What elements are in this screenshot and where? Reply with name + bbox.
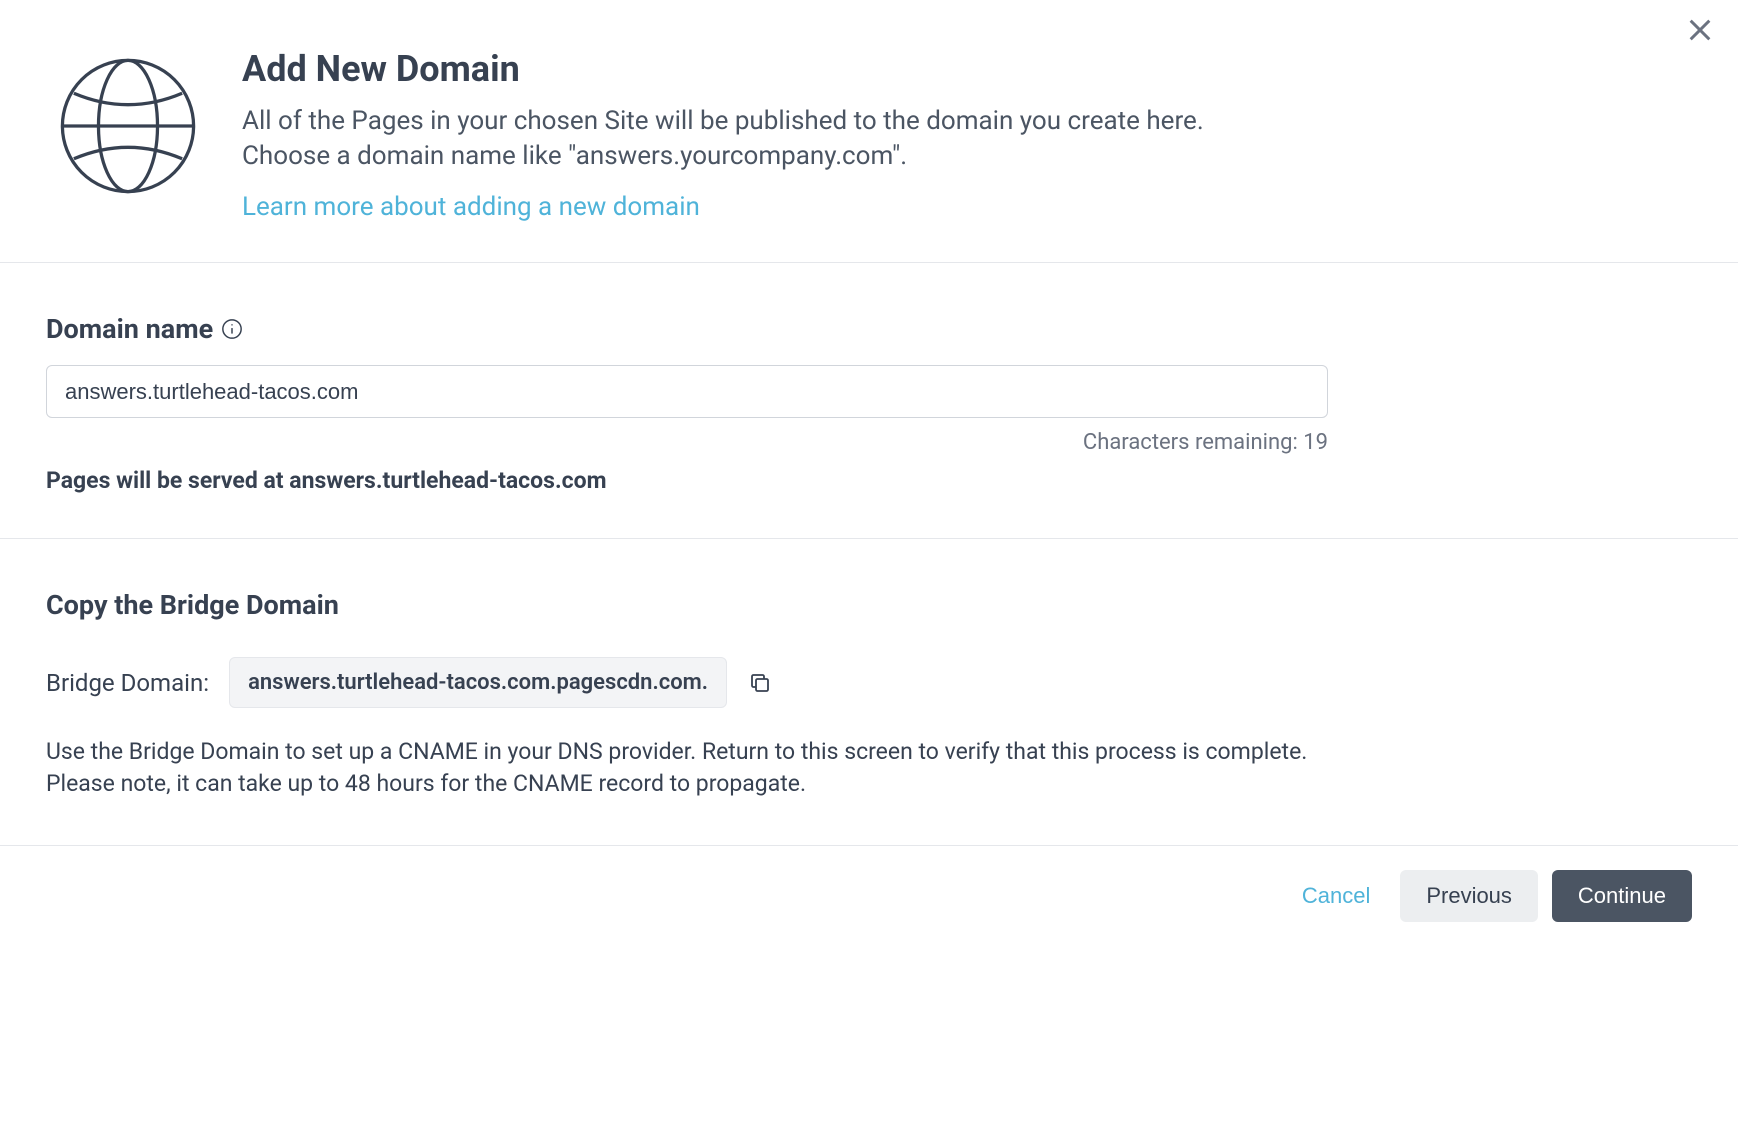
globe-icon <box>46 44 210 208</box>
modal-description: All of the Pages in your chosen Site wil… <box>242 104 1252 174</box>
previous-button[interactable]: Previous <box>1400 870 1538 922</box>
bridge-domain-value: answers.turtlehead-tacos.com.pagescdn.co… <box>229 657 727 708</box>
info-icon[interactable] <box>221 318 243 340</box>
domain-label-row: Domain name <box>46 313 1692 345</box>
bridge-help-text: Use the Bridge Domain to set up a CNAME … <box>46 736 1346 800</box>
bridge-section-title: Copy the Bridge Domain <box>46 589 1692 621</box>
bridge-domain-row: Bridge Domain: answers.turtlehead-tacos.… <box>46 657 1692 708</box>
copy-button[interactable] <box>747 670 773 696</box>
characters-remaining: Characters remaining: 19 <box>46 430 1328 455</box>
add-domain-modal: Add New Domain All of the Pages in your … <box>0 0 1738 1136</box>
learn-more-link[interactable]: Learn more about adding a new domain <box>242 192 700 222</box>
pages-served-text: Pages will be served at answers.turtlehe… <box>46 467 1692 494</box>
modal-header: Add New Domain All of the Pages in your … <box>0 0 1738 263</box>
modal-title: Add New Domain <box>242 48 1692 90</box>
bridge-domain-section: Copy the Bridge Domain Bridge Domain: an… <box>0 539 1738 845</box>
domain-name-input[interactable] <box>46 365 1328 418</box>
header-text: Add New Domain All of the Pages in your … <box>242 44 1692 222</box>
cancel-button[interactable]: Cancel <box>1286 870 1386 922</box>
modal-footer: Cancel Previous Continue <box>0 846 1738 946</box>
bridge-domain-label: Bridge Domain: <box>46 669 209 697</box>
copy-icon <box>748 671 772 695</box>
close-icon <box>1686 16 1714 44</box>
continue-button[interactable]: Continue <box>1552 870 1692 922</box>
domain-name-label: Domain name <box>46 313 213 345</box>
close-button[interactable] <box>1682 12 1718 48</box>
domain-name-section: Domain name Characters remaining: 19 Pag… <box>0 263 1738 539</box>
